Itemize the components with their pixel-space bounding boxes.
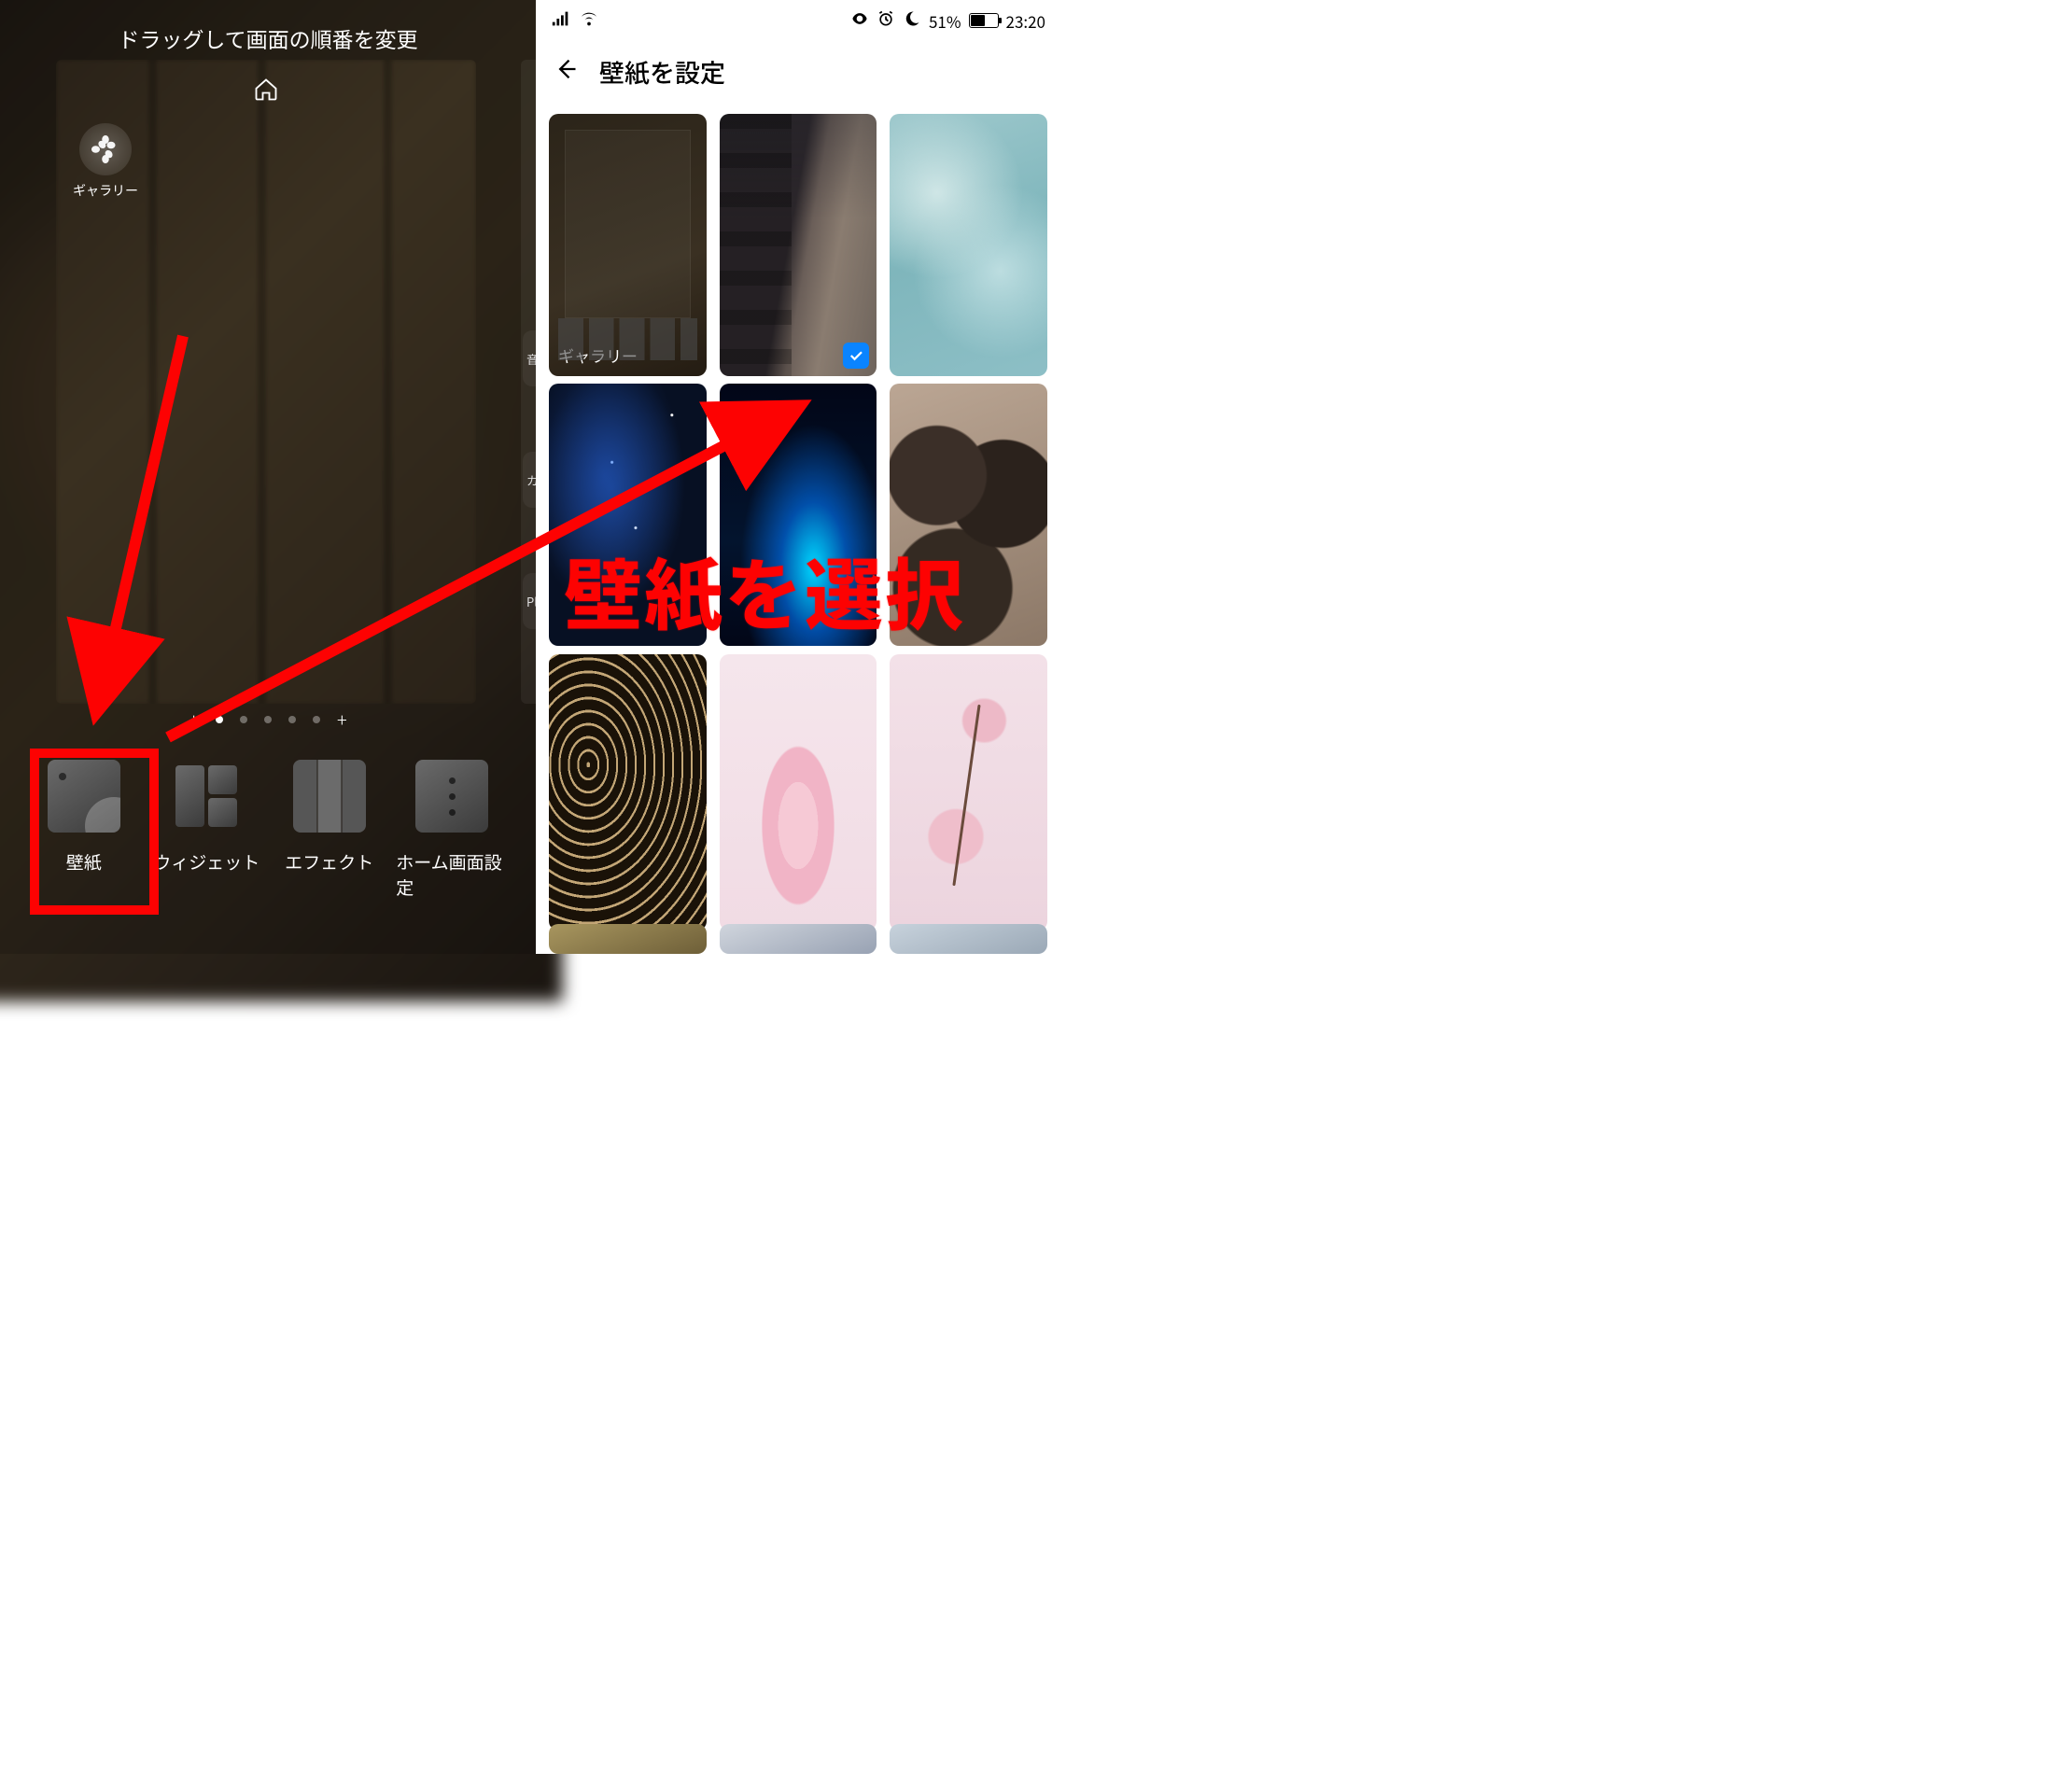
header: 壁紙を設定 bbox=[536, 41, 1060, 101]
selected-check-icon bbox=[843, 343, 869, 369]
wallpaper-thumb[interactable] bbox=[549, 924, 707, 954]
wallpaper-button[interactable]: 壁紙 bbox=[28, 760, 140, 900]
wallpaper-tile-icon bbox=[48, 760, 120, 833]
wallpaper-thumb[interactable] bbox=[720, 654, 877, 931]
status-bar: 51% 23:20 bbox=[536, 0, 1060, 41]
eye-comfort-icon bbox=[850, 9, 869, 33]
drag-instruction: ドラッグして画面の順番を変更 bbox=[0, 22, 536, 54]
wallpaper-thumb-gallery[interactable]: ギャラリー bbox=[549, 114, 707, 376]
signal-icon bbox=[551, 9, 571, 33]
add-page-icon[interactable]: + bbox=[337, 715, 347, 724]
page-dot[interactable] bbox=[240, 716, 247, 723]
wallpaper-thumb[interactable] bbox=[549, 654, 707, 931]
widget-label: ウィジェット bbox=[153, 849, 260, 875]
wallpaper-grid: ギャラリー bbox=[536, 101, 1060, 954]
page-dot[interactable] bbox=[264, 716, 272, 723]
wallpaper-thumb[interactable] bbox=[720, 384, 877, 646]
wallpaper-thumb[interactable] bbox=[890, 384, 1047, 646]
gallery-app-label: ギャラリー bbox=[73, 181, 138, 200]
widget-button[interactable]: ウィジェット bbox=[150, 760, 262, 900]
settings-tile-icon bbox=[415, 760, 488, 833]
wallpaper-thumb[interactable] bbox=[890, 654, 1047, 931]
home-settings-label: ホーム画面設定 bbox=[396, 849, 508, 900]
battery-percent: 51% bbox=[929, 9, 961, 33]
page-dot[interactable] bbox=[313, 716, 320, 723]
flower-icon bbox=[79, 123, 132, 175]
battery-icon bbox=[969, 13, 999, 28]
wallpaper-settings-screen: 51% 23:20 壁紙を設定 ギャラリー bbox=[536, 0, 1060, 954]
gallery-app-icon[interactable]: ギャラリー bbox=[73, 118, 138, 200]
editor-toolbar: 壁紙 ウィジェット エフェクト ホーム画面設定 bbox=[0, 760, 536, 900]
page-indicator: + + bbox=[0, 715, 536, 724]
wallpaper-thumb-label: ギャラリー bbox=[558, 343, 638, 367]
add-page-icon[interactable]: + bbox=[189, 715, 199, 724]
home-icon bbox=[253, 77, 279, 107]
home-editor-screen: ドラッグして画面の順番を変更 ギャラリー 音 カ Pl + bbox=[0, 0, 536, 954]
wallpaper-thumb[interactable] bbox=[720, 924, 877, 954]
wallpaper-label: 壁紙 bbox=[66, 849, 102, 875]
home-settings-button[interactable]: ホーム画面設定 bbox=[396, 760, 508, 900]
wallpaper-thumb[interactable] bbox=[720, 114, 877, 376]
wallpaper-thumb[interactable] bbox=[890, 924, 1047, 954]
wallpaper-thumb[interactable] bbox=[890, 114, 1047, 376]
alarm-icon bbox=[877, 9, 895, 33]
home-screen-preview[interactable]: ギャラリー bbox=[56, 60, 476, 704]
page-dot[interactable] bbox=[216, 716, 223, 723]
wifi-icon bbox=[579, 9, 599, 33]
wallpaper-thumb[interactable] bbox=[549, 384, 707, 646]
effect-label: エフェクト bbox=[285, 849, 373, 875]
widget-tile-icon bbox=[170, 760, 243, 833]
page-title: 壁紙を設定 bbox=[599, 53, 725, 90]
effect-tile-icon bbox=[293, 760, 366, 833]
page-dot[interactable] bbox=[288, 716, 296, 723]
status-time: 23:20 bbox=[1006, 9, 1045, 33]
back-button[interactable] bbox=[553, 56, 579, 87]
effect-button[interactable]: エフェクト bbox=[274, 760, 386, 900]
dnd-moon-icon bbox=[903, 9, 921, 33]
